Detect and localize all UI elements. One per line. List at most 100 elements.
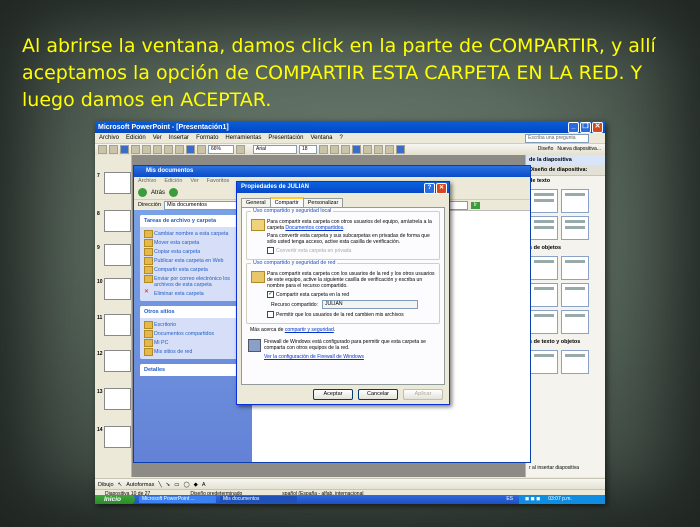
slide-thumb[interactable]: 11 [95, 313, 131, 337]
layout-option[interactable] [530, 310, 558, 334]
menu-insertar[interactable]: Insertar [169, 135, 189, 141]
menu-ver[interactable]: Ver [153, 135, 162, 141]
private-checkbox[interactable] [267, 247, 274, 254]
menu-ver[interactable]: Ver [190, 177, 198, 186]
layout-option[interactable] [561, 189, 589, 213]
font-color-icon[interactable] [396, 145, 405, 154]
sharing-security-link[interactable]: compartir y seguridad [285, 327, 334, 333]
layout-option[interactable] [561, 350, 589, 374]
bullets-icon[interactable] [385, 145, 394, 154]
task-email-files[interactable]: Enviar por correo electrónico los archiv… [144, 274, 242, 289]
dialog-close-button[interactable]: ✕ [436, 183, 447, 194]
ellipse-icon[interactable]: ◯ [183, 482, 189, 488]
slide-thumb[interactable]: 12 [95, 349, 131, 373]
new-icon[interactable] [98, 145, 107, 154]
slide-thumb[interactable]: 9 [95, 243, 131, 267]
menu-ventana[interactable]: Ventana [310, 135, 332, 141]
place-my-computer[interactable]: Mi PC [144, 338, 242, 347]
apply-button[interactable]: Aplicar [403, 389, 443, 400]
help-icon[interactable] [236, 145, 245, 154]
layout-option[interactable] [530, 350, 558, 374]
back-arrow-icon[interactable] [138, 188, 147, 197]
font-select[interactable]: Arial [253, 145, 297, 154]
ok-button[interactable]: Aceptar [313, 389, 353, 400]
taskbar-powerpoint[interactable]: Microsoft PowerPoint ... [139, 496, 216, 503]
forward-arrow-icon[interactable] [169, 188, 179, 197]
place-shared-documents[interactable]: Documentos compartidos [144, 329, 242, 338]
layout-option[interactable] [530, 189, 558, 213]
file-tasks-heading[interactable]: Tareas de archivo y carpeta [140, 215, 246, 227]
slide-thumb[interactable]: 7 [95, 171, 131, 195]
autoshapes-menu[interactable]: Autoformas [126, 482, 154, 488]
task-publish-folder[interactable]: Publicar esta carpeta en Web [144, 256, 242, 265]
undo-icon[interactable] [175, 145, 184, 154]
line-icon[interactable]: ╲ [158, 482, 161, 488]
start-button[interactable]: Inicio [95, 495, 135, 504]
menu-help[interactable]: ? [339, 135, 342, 141]
menu-archivo[interactable]: Archivo [99, 135, 119, 141]
other-places-heading[interactable]: Otros sitios [140, 306, 246, 318]
bold-icon[interactable] [319, 145, 328, 154]
task-rename-folder[interactable]: Cambiar nombre a esta carpeta [144, 229, 242, 238]
menu-favoritos[interactable]: Favoritos [207, 177, 230, 186]
firewall-settings-link[interactable]: Ver la configuración de Firewall de Wind… [264, 354, 364, 360]
align-center-icon[interactable] [363, 145, 372, 154]
save-icon[interactable] [120, 145, 129, 154]
design-button[interactable]: Diseño [538, 146, 554, 152]
layout-option[interactable] [561, 256, 589, 280]
underline-icon[interactable] [341, 145, 350, 154]
place-network[interactable]: Mis sitios de red [144, 347, 242, 356]
cut-icon[interactable] [142, 145, 151, 154]
go-button[interactable]: Ir [470, 201, 480, 209]
tray-icons[interactable]: ◼ ◼ ◼ [525, 495, 540, 504]
cancel-button[interactable]: Cancelar [358, 389, 398, 400]
task-share-folder[interactable]: Compartir esta carpeta [144, 265, 242, 274]
copy-icon[interactable] [153, 145, 162, 154]
menu-formato[interactable]: Formato [196, 135, 218, 141]
arrow-icon[interactable]: ➘ [166, 482, 171, 488]
menu-edicion[interactable]: Edición [164, 177, 182, 186]
layout-option[interactable] [561, 283, 589, 307]
layout-option[interactable] [530, 216, 558, 240]
zoom-select[interactable]: 66% [208, 145, 234, 154]
layout-option[interactable] [530, 283, 558, 307]
drawing-menu[interactable]: Dibujo [98, 482, 114, 488]
dialog-help-button[interactable]: ? [424, 183, 435, 194]
language-indicator[interactable]: ES [506, 496, 513, 502]
print-icon[interactable] [131, 145, 140, 154]
share-name-input[interactable]: JULIAN [322, 300, 418, 309]
shared-documents-link[interactable]: Documentos compartidos [285, 225, 343, 231]
rectangle-icon[interactable]: ▭ [174, 482, 179, 488]
slide-thumb[interactable]: 14 [95, 425, 131, 449]
font-color-a-icon[interactable]: A [202, 482, 206, 488]
menu-presentacion[interactable]: Presentación [268, 135, 303, 141]
fill-color-icon[interactable]: ◆ [194, 482, 198, 488]
slide-thumb[interactable]: 8 [95, 209, 131, 233]
italic-icon[interactable] [330, 145, 339, 154]
font-size-select[interactable]: 18 [299, 145, 317, 154]
task-copy-folder[interactable]: Copiar esta carpeta [144, 247, 242, 256]
slide-thumb[interactable]: 10 [95, 277, 131, 301]
restore-button[interactable]: ❐ [580, 122, 591, 133]
back-button[interactable]: Atrás [151, 190, 165, 196]
share-checkbox[interactable]: ✔ [267, 291, 274, 298]
place-desktop[interactable]: Escritorio [144, 320, 242, 329]
minimize-button[interactable]: _ [568, 122, 579, 133]
help-question-input[interactable]: Escriba una pregunta [525, 134, 589, 143]
menu-herramientas[interactable]: Herramientas [225, 135, 261, 141]
task-move-folder[interactable]: Mover esta carpeta [144, 238, 242, 247]
layout-option[interactable] [561, 310, 589, 334]
allow-change-checkbox[interactable] [267, 311, 274, 318]
menu-archivo[interactable]: Archivo [138, 177, 156, 186]
table-icon[interactable] [197, 145, 206, 154]
chart-icon[interactable] [186, 145, 195, 154]
task-delete-folder[interactable]: Eliminar esta carpeta [144, 288, 242, 298]
taskbar-my-documents[interactable]: Mis documentos [220, 496, 297, 503]
slide-thumb[interactable]: 13 [95, 387, 131, 411]
layout-option[interactable] [561, 216, 589, 240]
close-button[interactable]: ✕ [592, 122, 603, 133]
open-icon[interactable] [109, 145, 118, 154]
details-heading[interactable]: Detalles [140, 364, 246, 376]
new-slide-button[interactable]: Nueva diapositiva... [557, 146, 601, 152]
align-right-icon[interactable] [374, 145, 383, 154]
